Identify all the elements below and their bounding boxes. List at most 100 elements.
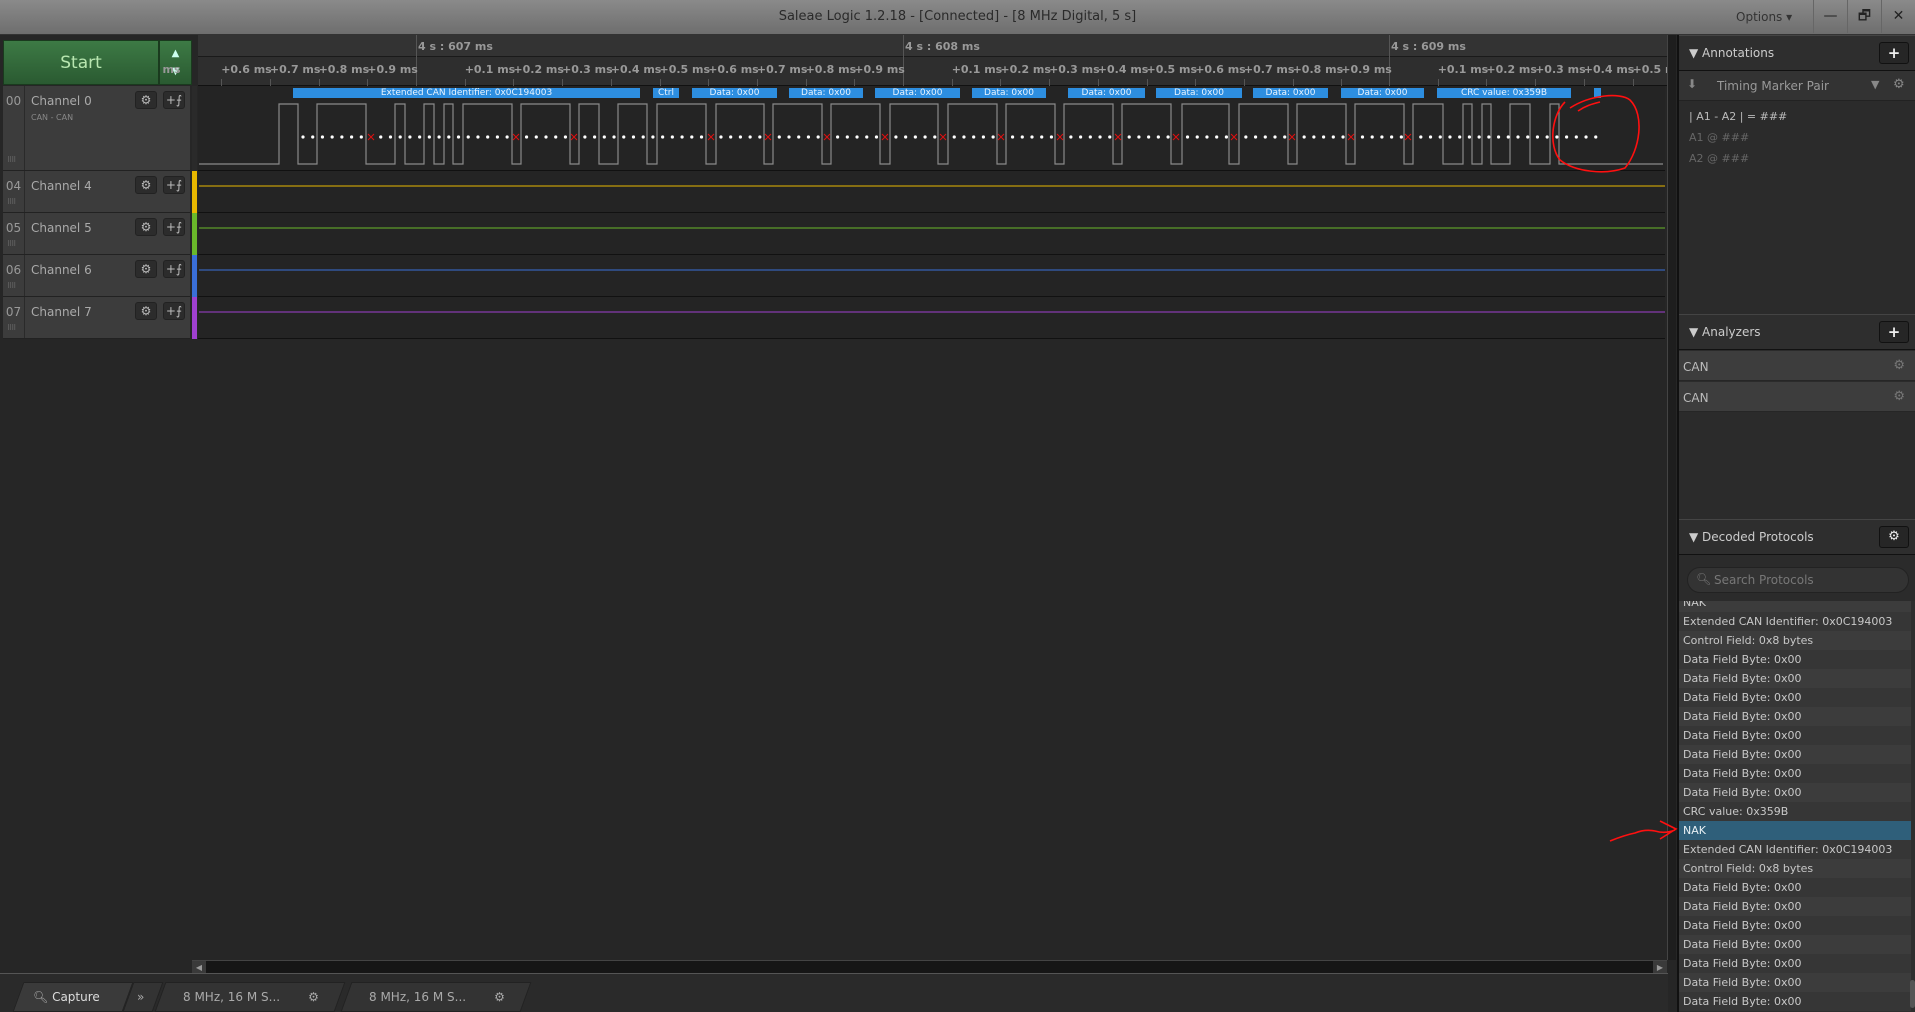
bit-sample-dot: [340, 135, 344, 139]
tab-capture-label: Capture: [52, 990, 100, 1004]
decoded-row[interactable]: Data Field Byte: 0x00: [1679, 783, 1911, 802]
waveform-canvas[interactable]: [0, 0, 1915, 400]
decoded-row[interactable]: Data Field Byte: 0x00: [1679, 897, 1911, 916]
add-annotation-button[interactable]: +: [1879, 42, 1909, 64]
decoded-row[interactable]: Data Field Byte: 0x00: [1679, 992, 1911, 1011]
gear-icon[interactable]: ⚙: [308, 990, 319, 1004]
marker-type-label: Timing Marker Pair: [1717, 79, 1829, 93]
bit-sample-dot: [622, 135, 626, 139]
bit-sample-dot: [1215, 135, 1219, 139]
add-analyzer-button[interactable]: +: [1879, 321, 1909, 343]
stuff-bit-x-marker: [707, 133, 715, 141]
bit-sample-dot: [447, 135, 451, 139]
analyzer-item[interactable]: CAN ⚙: [1679, 382, 1915, 412]
decoded-row[interactable]: Data Field Byte: 0x00: [1679, 707, 1911, 726]
decoded-protocols-title[interactable]: ▼ Decoded Protocols: [1689, 530, 1814, 544]
session-2-label: 8 MHz, 16 M S...: [369, 990, 467, 1004]
bit-sample-dot: [563, 135, 568, 139]
bit-sample-dot: [1574, 135, 1578, 139]
bit-sample-dot: [962, 135, 966, 139]
decoded-row[interactable]: Control Field: 0x8 bytes: [1679, 631, 1911, 650]
stuff-bit-x-marker: [939, 133, 947, 141]
marker-delta: | A1 - A2 | = ###: [1689, 110, 1788, 123]
decoded-row[interactable]: Data Field Byte: 0x00: [1679, 878, 1911, 897]
more-tabs-label: »: [137, 990, 145, 1004]
decoded-row[interactable]: Extended CAN Identifier: 0x0C194003: [1679, 612, 1911, 631]
analyzer-item[interactable]: CAN ⚙: [1679, 351, 1915, 381]
bit-sample-dot: [1166, 135, 1170, 139]
bit-sample-dot: [495, 135, 499, 139]
decoded-row[interactable]: Data Field Byte: 0x00: [1679, 973, 1911, 992]
annotations-title[interactable]: ▼ Annotations: [1689, 46, 1774, 60]
bit-sample-dot: [456, 135, 461, 139]
stuff-bit-x-marker: [764, 133, 772, 141]
decoded-row[interactable]: Data Field Byte: 0x00: [1679, 688, 1911, 707]
bit-sample-dot: [1040, 135, 1044, 139]
right-panel: ▼ Annotations + ⬇ Timing Marker Pair ▼ ⚙…: [1677, 35, 1915, 1012]
bit-sample-dot: [1477, 135, 1481, 139]
bit-sample-dot: [806, 135, 811, 139]
bit-sample-dot: [699, 135, 704, 139]
analyzers-title[interactable]: ▼ Analyzers: [1689, 325, 1761, 339]
gear-icon[interactable]: ⚙: [1879, 526, 1909, 548]
list-scrollbar[interactable]: [1910, 980, 1915, 1008]
decoded-row[interactable]: Data Field Byte: 0x00: [1679, 650, 1911, 669]
bit-sample-dot: [330, 135, 334, 139]
bit-sample-dot: [583, 135, 587, 139]
bit-sample-dot: [991, 135, 995, 139]
gear-icon[interactable]: ⚙: [1893, 358, 1905, 373]
stuff-bit-x-marker: [1114, 133, 1122, 141]
bit-sample-dot: [593, 135, 597, 139]
bit-sample-dot: [1185, 135, 1190, 139]
bit-sample-dot: [661, 135, 665, 139]
bit-sample-dot: [1487, 135, 1491, 139]
decoded-row[interactable]: Data Field Byte: 0x00: [1679, 954, 1911, 973]
bit-sample-dot: [427, 135, 431, 139]
bit-sample-dot: [641, 135, 645, 139]
analyzer-name: CAN: [1683, 360, 1709, 374]
annotations-header: ▼ Annotations +: [1679, 35, 1915, 71]
decoded-row[interactable]: NAK: [1679, 821, 1911, 840]
marker-a2: A2 @ ###: [1689, 152, 1750, 165]
bit-sample-dot: [1020, 135, 1024, 139]
decoded-row[interactable]: Data Field Byte: 0x00: [1679, 745, 1911, 764]
decoded-row[interactable]: Control Field: 0x8 bytes: [1679, 859, 1911, 878]
bottom-tab-bar: 🔍︎ Capture » 8 MHz, 16 M S... ⚙ 8 MHz, 16…: [0, 973, 1668, 1012]
horizontal-scrollbar[interactable]: ◀ ▶: [192, 960, 1731, 974]
decoded-row[interactable]: Data Field Byte: 0x00: [1679, 726, 1911, 745]
decoded-row[interactable]: Data Field Byte: 0x00: [1679, 764, 1911, 783]
bit-sample-dot: [1419, 135, 1423, 139]
bit-sample-dot: [972, 135, 976, 139]
bit-sample-dot: [1312, 135, 1316, 139]
tab-session-1[interactable]: 8 MHz, 16 M S... ⚙: [154, 982, 346, 1012]
stuff-bit-x-marker: [823, 133, 831, 141]
bit-sample-dot: [952, 135, 956, 139]
bit-sample-dot: [729, 135, 733, 139]
gear-icon[interactable]: ⚙: [1893, 77, 1905, 92]
decoded-row[interactable]: NAK: [1679, 601, 1911, 612]
decoded-row[interactable]: Data Field Byte: 0x00: [1679, 916, 1911, 935]
decoded-protocols-list[interactable]: NAK Extended CAN Identifier: 0x0C194003 Co…: [1679, 601, 1915, 1012]
decoded-row[interactable]: CRC value: 0x359B: [1679, 802, 1911, 821]
decoded-row[interactable]: Data Field Byte: 0x00: [1679, 669, 1911, 688]
bit-sample-dot: [388, 135, 393, 139]
bit-sample-dot: [1399, 135, 1403, 139]
bit-sample-dot: [524, 135, 529, 139]
bit-sample-dot: [923, 135, 927, 139]
bit-sample-dot: [1584, 135, 1588, 139]
bit-sample-dot: [1360, 135, 1365, 139]
gear-icon[interactable]: ⚙: [494, 990, 505, 1004]
dropdown-arrow-icon[interactable]: ▼: [1871, 78, 1879, 91]
decoded-row[interactable]: Data Field Byte: 0x00: [1679, 935, 1911, 954]
search-protocols-input[interactable]: 🔍︎ Search Protocols: [1687, 567, 1909, 593]
tab-session-2[interactable]: 8 MHz, 16 M S... ⚙: [340, 982, 532, 1012]
tab-capture[interactable]: 🔍︎ Capture: [12, 982, 134, 1012]
decoded-row[interactable]: Extended CAN Identifier: 0x0C194003: [1679, 840, 1911, 859]
timing-marker-selector[interactable]: ⬇ Timing Marker Pair ▼ ⚙: [1679, 71, 1915, 101]
bit-sample-dot: [379, 135, 383, 139]
bit-sample-dot: [1331, 135, 1335, 139]
gear-icon[interactable]: ⚙: [1893, 389, 1905, 404]
bit-sample-dot: [719, 135, 723, 139]
bit-sample-dot: [1370, 135, 1374, 139]
search-placeholder: Search Protocols: [1714, 573, 1814, 587]
